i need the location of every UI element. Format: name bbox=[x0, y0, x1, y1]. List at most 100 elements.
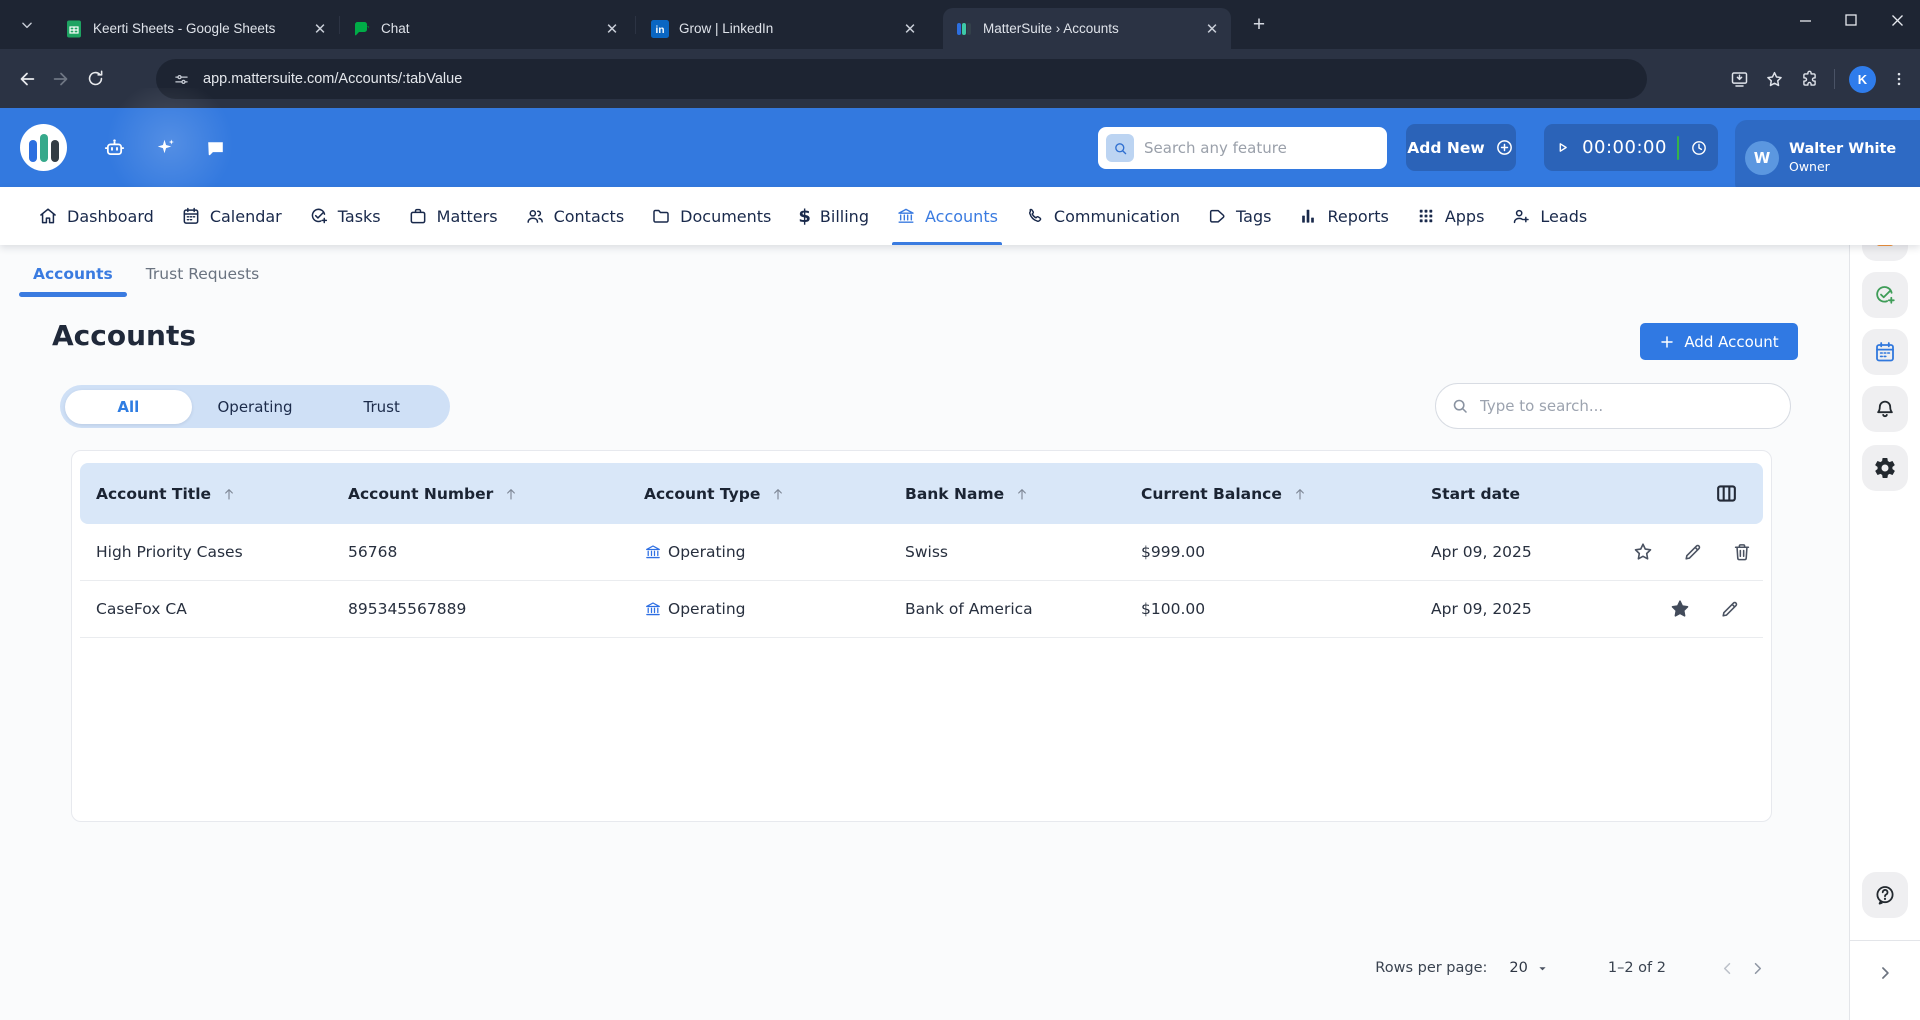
table-search[interactable] bbox=[1435, 383, 1791, 429]
nav-dashboard[interactable]: Dashboard bbox=[38, 187, 154, 245]
table-row[interactable]: CaseFox CA 895345567889 Operating Bank o… bbox=[80, 581, 1763, 638]
mattersuite-logo[interactable] bbox=[20, 124, 67, 171]
column-account-title[interactable]: Account Title bbox=[80, 485, 348, 503]
nav-documents[interactable]: Documents bbox=[651, 187, 771, 245]
accounts-table: Account Title Account Number Account Typ… bbox=[71, 450, 1772, 822]
sparkles-icon[interactable] bbox=[152, 136, 177, 161]
sort-asc-icon[interactable] bbox=[221, 486, 237, 502]
messages-icon[interactable] bbox=[203, 136, 228, 161]
back-button[interactable] bbox=[10, 62, 44, 96]
filter-operating[interactable]: Operating bbox=[192, 390, 319, 424]
extensions-icon[interactable] bbox=[1799, 69, 1820, 90]
nav-accounts[interactable]: Accounts bbox=[896, 187, 998, 245]
clock-icon[interactable] bbox=[1689, 138, 1709, 158]
bank-icon bbox=[896, 206, 916, 226]
previous-page-button[interactable] bbox=[1712, 953, 1742, 983]
table-header-row: Account Title Account Number Account Typ… bbox=[80, 463, 1763, 524]
browser-tab-linkedin[interactable]: in Grow | LinkedIn ✕ bbox=[639, 8, 929, 49]
delete-trash-icon[interactable] bbox=[1731, 541, 1753, 563]
next-page-button[interactable] bbox=[1742, 953, 1772, 983]
feature-search[interactable] bbox=[1098, 127, 1387, 169]
column-account-number[interactable]: Account Number bbox=[348, 485, 644, 503]
sort-asc-icon[interactable] bbox=[770, 486, 786, 502]
star-icon[interactable] bbox=[1631, 540, 1655, 564]
nav-leads[interactable]: Leads bbox=[1511, 187, 1587, 245]
collapse-panel-button[interactable] bbox=[1862, 955, 1908, 991]
browser-toolbar: app.mattersuite.com/Accounts/:tabValue K bbox=[0, 49, 1920, 108]
tab-trust-requests[interactable]: Trust Requests bbox=[146, 265, 260, 297]
minimize-button[interactable] bbox=[1782, 0, 1828, 40]
star-filled-icon[interactable] bbox=[1668, 597, 1692, 621]
profile-avatar[interactable]: K bbox=[1849, 66, 1876, 93]
user-menu[interactable]: W Walter White Owner bbox=[1735, 120, 1920, 195]
bookmark-star-icon[interactable] bbox=[1764, 69, 1785, 90]
user-name: Walter White bbox=[1789, 141, 1896, 157]
bank-icon bbox=[644, 600, 662, 618]
add-task-button[interactable] bbox=[1862, 272, 1908, 318]
page-title: Accounts bbox=[52, 319, 196, 352]
close-button[interactable] bbox=[1874, 0, 1920, 40]
cell-account-number: 56768 bbox=[348, 543, 644, 561]
nav-tasks[interactable]: Tasks bbox=[309, 187, 381, 245]
add-new-button[interactable]: Add New bbox=[1406, 124, 1516, 171]
maximize-button[interactable] bbox=[1828, 0, 1874, 40]
filter-all[interactable]: All bbox=[65, 390, 192, 424]
browser-tab-mattersuite-active[interactable]: MatterSuite › Accounts ✕ bbox=[943, 8, 1231, 49]
nav-tags[interactable]: Tags bbox=[1207, 187, 1271, 245]
install-app-icon[interactable] bbox=[1729, 69, 1750, 90]
filter-trust[interactable]: Trust bbox=[318, 390, 445, 424]
forward-button[interactable] bbox=[44, 62, 78, 96]
table-row[interactable]: High Priority Cases 56768 Operating Swis… bbox=[80, 524, 1763, 581]
nav-calendar[interactable]: Calendar bbox=[181, 187, 282, 245]
accounts-page: Accounts Trust Requests Accounts Add Acc… bbox=[0, 245, 1849, 1020]
ai-bot-icon[interactable] bbox=[102, 136, 127, 161]
edit-pencil-icon[interactable] bbox=[1719, 598, 1741, 620]
tab-close-icon[interactable]: ✕ bbox=[901, 20, 919, 38]
settings-button[interactable] bbox=[1862, 445, 1908, 491]
phone-icon bbox=[1025, 206, 1045, 226]
address-bar[interactable]: app.mattersuite.com/Accounts/:tabValue bbox=[156, 59, 1647, 99]
site-settings-icon[interactable] bbox=[172, 70, 191, 89]
add-account-button[interactable]: Add Account bbox=[1640, 323, 1798, 360]
timer-widget[interactable]: 00:00:00 bbox=[1544, 124, 1718, 171]
calendar-button[interactable] bbox=[1862, 329, 1908, 375]
timer-value: 00:00:00 bbox=[1582, 137, 1667, 158]
column-account-type[interactable]: Account Type bbox=[644, 485, 905, 503]
columns-icon[interactable] bbox=[1714, 481, 1739, 506]
feature-search-input[interactable] bbox=[1144, 139, 1379, 157]
browser-tab-chat[interactable]: Chat ✕ bbox=[341, 8, 631, 49]
tab-close-icon[interactable]: ✕ bbox=[603, 20, 621, 38]
column-current-balance[interactable]: Current Balance bbox=[1141, 485, 1431, 503]
column-start-date[interactable]: Start date bbox=[1431, 485, 1631, 503]
nav-contacts[interactable]: Contacts bbox=[525, 187, 625, 245]
nav-communication[interactable]: Communication bbox=[1025, 187, 1180, 245]
new-tab-button[interactable]: + bbox=[1245, 11, 1273, 39]
nav-billing[interactable]: $ Billing bbox=[798, 187, 869, 245]
tab-close-icon[interactable]: ✕ bbox=[311, 20, 329, 38]
linkedin-icon: in bbox=[651, 20, 669, 38]
play-icon[interactable] bbox=[1553, 138, 1572, 157]
nav-reports[interactable]: Reports bbox=[1298, 187, 1388, 245]
chevron-right-icon bbox=[1748, 959, 1767, 978]
sort-asc-icon[interactable] bbox=[1014, 486, 1030, 502]
nav-apps[interactable]: Apps bbox=[1416, 187, 1485, 245]
nav-matters[interactable]: Matters bbox=[408, 187, 498, 245]
chevron-left-icon bbox=[1718, 959, 1737, 978]
tab-search-button[interactable] bbox=[10, 10, 44, 40]
sort-asc-icon[interactable] bbox=[1292, 486, 1308, 502]
notifications-button[interactable] bbox=[1862, 386, 1908, 432]
rows-per-page-select[interactable]: 20 bbox=[1509, 960, 1549, 976]
browser-menu-icon[interactable] bbox=[1890, 70, 1908, 88]
tab-close-icon[interactable]: ✕ bbox=[1203, 20, 1221, 38]
sort-asc-icon[interactable] bbox=[503, 486, 519, 502]
task-plus-icon bbox=[1873, 283, 1897, 307]
column-bank-name[interactable]: Bank Name bbox=[905, 485, 1141, 503]
edit-pencil-icon[interactable] bbox=[1682, 541, 1704, 563]
user-avatar: W bbox=[1745, 141, 1779, 175]
help-button[interactable] bbox=[1862, 872, 1908, 918]
briefcase-icon bbox=[408, 206, 428, 226]
tab-accounts[interactable]: Accounts bbox=[33, 265, 113, 297]
table-search-input[interactable] bbox=[1480, 397, 1776, 415]
browser-tab-sheets[interactable]: Keerti Sheets - Google Sheets ✕ bbox=[53, 8, 339, 49]
plus-icon bbox=[1659, 334, 1675, 350]
